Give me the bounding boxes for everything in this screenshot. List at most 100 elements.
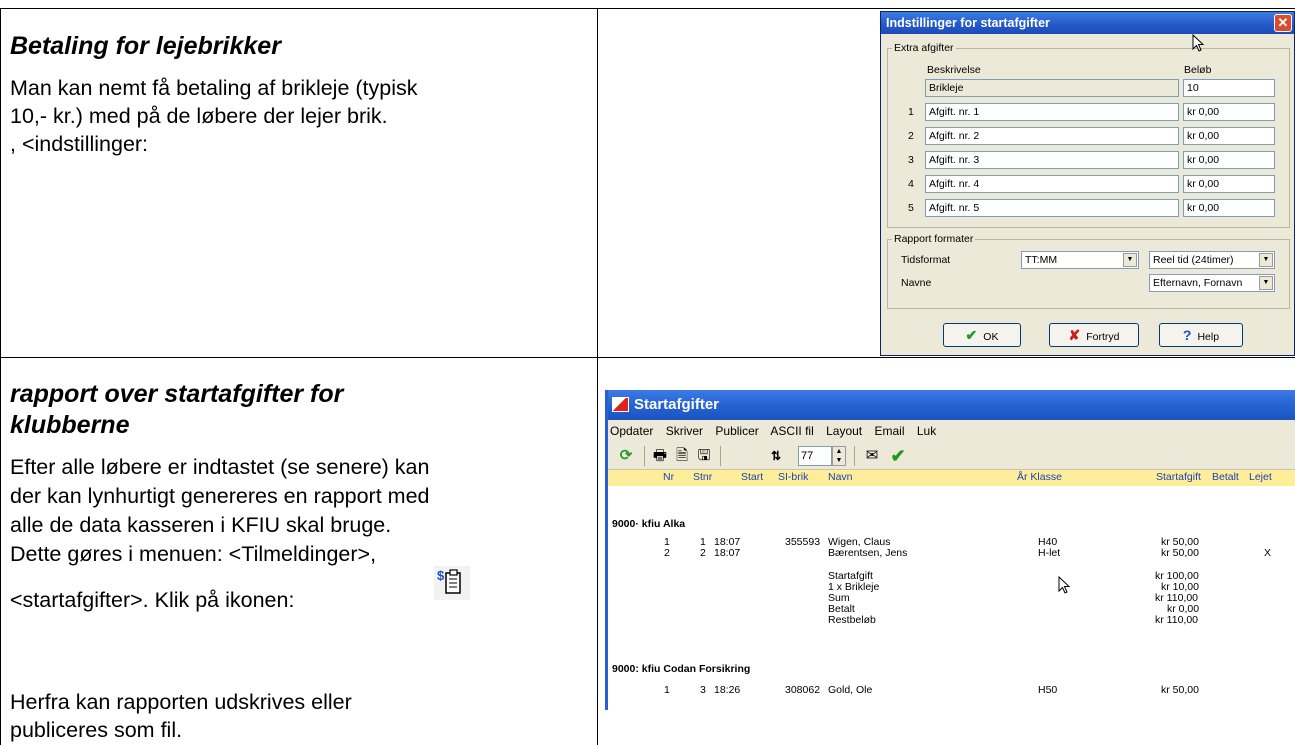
toolbar-separator [644,446,645,466]
menu-item-luk[interactable]: Luk [917,424,936,438]
header-sibrik: SI-brik [778,471,809,483]
paragraph-line: Dette gøres i menuen: <Tilmeldinger>, [10,542,377,566]
menu-item-layout[interactable]: Layout [826,424,862,438]
table-column-divider [597,8,598,745]
time-format-select[interactable]: TT:MM ▼ [1021,251,1139,269]
row-sibrik: 308062 [785,684,821,696]
settings-dialog: Indstillinger for startafgifter ✕ Extra … [880,11,1295,356]
mouse-cursor-icon [1058,576,1071,594]
print-preview-icon[interactable]: 🗎 [672,446,692,466]
row-lejet: X [1264,547,1272,559]
report-column-headers: Nr Stnr Start SI-brik Navn År Klasse Sta… [608,470,1295,486]
chevron-down-icon[interactable]: ▼ [1259,276,1273,290]
time-mode-select[interactable]: Reel tid (24timer) ▼ [1149,251,1275,269]
fee-amount-field[interactable]: kr 0,00 [1183,175,1275,193]
cancel-button[interactable]: ✘ Fortryd [1049,323,1139,347]
close-icon[interactable]: ✕ [1274,14,1292,32]
refresh-icon[interactable]: ⟳ [616,446,636,466]
paragraph-line: Man kan nemt få betaling af brikleje (ty… [10,76,418,100]
header-betalt: Betalt [1212,471,1239,483]
ok-label: OK [983,331,999,343]
names-label: Navne [901,277,932,289]
chevron-down-icon[interactable]: ▼ [1123,253,1137,267]
section-heading-rapport-line2: klubberne [10,411,130,439]
column-header-description: Beskrivelse [927,64,981,76]
menu-bar: Opdater Skriver Publicer ASCII fil Layou… [608,420,1295,442]
menu-item-publicer[interactable]: Publicer [715,424,758,438]
group-legend: Rapport formater [892,233,976,245]
fee-description-field[interactable]: Afgift. nr. 2 [925,127,1179,145]
startafgifter-report-icon: $ [434,566,470,600]
row-start: 18:07 [714,547,741,559]
checkmark-icon[interactable]: ✔ [888,446,908,466]
zoom-input[interactable]: 77 [798,446,832,466]
fee-number: 3 [908,154,914,166]
email-settings-icon[interactable]: ✉ [862,446,882,466]
menu-item-ascii[interactable]: ASCII fil [770,424,813,438]
table-border-top [0,8,1295,9]
paragraph-line: alle de data kasseren i KFIU skal bruge. [10,513,392,537]
paragraph-line: publiceres som fil. [10,718,183,742]
toolbar-separator [720,446,721,466]
fee-description-field[interactable]: Afgift. nr. 3 [925,151,1179,169]
row-nr: 1 [664,684,670,696]
fee-description-field[interactable]: Afgift. nr. 1 [925,103,1179,121]
brikleje-amount-field[interactable]: 10 [1183,79,1275,97]
names-format-select[interactable]: Efternavn, Fornavn ▼ [1149,274,1275,292]
window-title: Startafgifter [634,396,720,413]
app-icon [612,397,629,412]
ok-button[interactable]: ✔ OK [943,323,1021,347]
paragraph-line: 10,- kr.) med på de løbere der lejer bri… [10,104,388,128]
toolbar: ⟳ 🖶 🗎 🖫 ⇅ 77 ▲ ▼ ✉ ✔ [608,442,1295,470]
table-border-left [0,8,1,745]
header-lejet: Lejet [1249,471,1272,483]
header-nr: Nr [663,471,675,483]
menu-item-opdater[interactable]: Opdater [610,424,653,438]
startafgifter-window: Startafgifter Opdater Skriver Publicer A… [605,390,1295,710]
help-button[interactable]: ? Help [1159,323,1243,347]
paragraph-line: <startafgifter>. Klik på ikonen: [10,588,295,612]
brikleje-description-field: Brikleje [925,79,1179,97]
menu-item-skriver[interactable]: Skriver [666,424,703,438]
table-row: 2 2 18:07 Bærentsen, Jens H-let kr 50,00… [608,546,1295,559]
question-mark-icon: ? [1182,327,1192,343]
fee-number: 2 [908,130,914,142]
fee-description-field[interactable]: Afgift. nr. 5 [925,199,1179,217]
fee-amount-field[interactable]: kr 0,00 [1183,103,1275,121]
fee-number: 4 [908,178,914,190]
chevron-down-icon[interactable]: ▼ [1259,253,1273,267]
paragraph-line: , <indstillinger: [10,132,149,156]
column-header-amount: Beløb [1184,64,1212,76]
header-stnr: Stnr [693,471,713,483]
time-mode-value: Reel tid (24timer) [1153,254,1234,266]
fee-amount-field[interactable]: kr 0,00 [1183,127,1275,145]
header-klasse: År Klasse [1017,471,1062,483]
fee-amount-field[interactable]: kr 0,00 [1183,199,1275,217]
menu-item-email[interactable]: Email [874,424,904,438]
fee-amount-field[interactable]: kr 0,00 [1183,151,1275,169]
paragraph-line: der kan lynhurtigt genereres en rapport … [10,484,430,508]
fee-number: 5 [908,202,914,214]
row-start: 18:26 [714,684,741,696]
row-stnr: 3 [700,684,706,696]
summary-label: Restbeløb [828,614,876,626]
names-format-value: Efternavn, Fornavn [1153,277,1243,289]
row-navn: Bærentsen, Jens [828,547,908,559]
dialog-titlebar: Indstillinger for startafgifter ✕ [881,12,1294,34]
font-size-icon[interactable]: ⇅ [766,446,786,466]
row-klasse: H-let [1038,547,1061,559]
section-heading-brikleje: Betaling for lejebrikker [10,32,281,60]
dialog-title: Indstillinger for startafgifter [886,16,1050,30]
summary-row: Restbeløb kr 110,00 [608,613,1295,626]
help-label: Help [1197,331,1220,343]
window-titlebar: Startafgifter [608,390,1295,420]
save-file-icon[interactable]: 🖫 [694,446,714,466]
print-icon[interactable]: 🖶 [650,446,670,466]
zoom-spinner[interactable]: ▲ ▼ [832,446,846,466]
club-group-header: 9000· kfiu Alka [612,518,686,530]
paragraph-line: Herfra kan rapporten udskrives eller [10,690,352,714]
club-group-header: 9000: kfiu Codan Forsikring [612,663,751,675]
mouse-cursor-icon [1192,34,1205,52]
fee-description-field[interactable]: Afgift. nr. 4 [925,175,1179,193]
header-navn: Navn [828,471,853,483]
